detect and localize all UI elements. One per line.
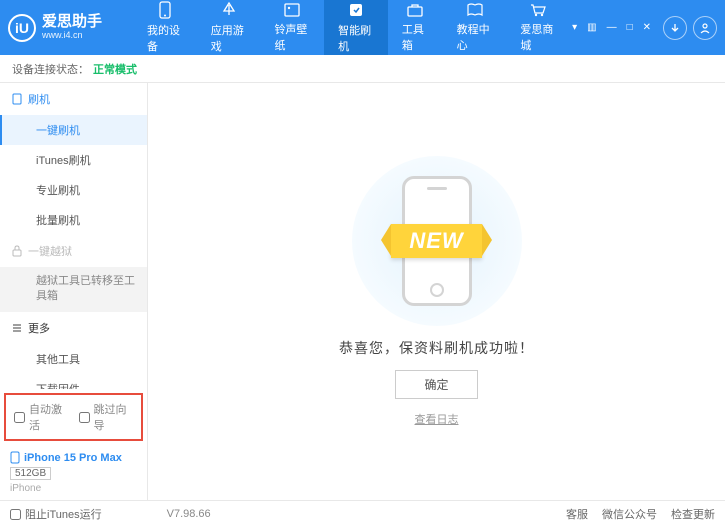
footer-link-support[interactable]: 客服: [566, 506, 588, 522]
sidebar-section-more[interactable]: 更多: [0, 312, 147, 344]
app-header: iU 爱思助手 www.i4.cn 我的设备 应用游戏 铃声壁纸 智能刷机 工具…: [0, 0, 725, 55]
top-nav: 我的设备 应用游戏 铃声壁纸 智能刷机 工具箱 教程中心 爱思商城: [133, 0, 570, 55]
sidebar-item-batch[interactable]: 批量刷机: [0, 205, 147, 235]
nav-ringtones[interactable]: 铃声壁纸: [260, 0, 324, 55]
device-info: iPhone 15 Pro Max 512GB iPhone: [0, 445, 147, 500]
sidebar-section-label: 刷机: [28, 91, 50, 107]
checkbox-input[interactable]: [10, 509, 21, 520]
new-banner: NEW: [391, 224, 481, 258]
version-label: V7.98.66: [167, 508, 211, 520]
checkbox-block-itunes[interactable]: 阻止iTunes运行: [10, 506, 102, 522]
nav-tutorials[interactable]: 教程中心: [443, 0, 507, 55]
logo-icon: iU: [8, 14, 36, 42]
device-storage: 512GB: [10, 467, 51, 480]
checkbox-auto-activate[interactable]: 自动激活: [14, 401, 69, 433]
app-url: www.i4.cn: [42, 31, 102, 41]
checkbox-label: 阻止iTunes运行: [25, 506, 102, 522]
window-controls: ▾ ▥ — □ ✕: [570, 20, 653, 35]
device-name[interactable]: iPhone 15 Pro Max: [10, 451, 137, 464]
sidebar-section-jailbreak[interactable]: 一键越狱: [0, 235, 147, 267]
nav-label: 工具箱: [402, 21, 429, 53]
success-illustration: NEW: [352, 156, 522, 326]
phone-icon: [10, 451, 20, 464]
nav-label: 应用游戏: [211, 22, 247, 54]
nav-apps[interactable]: 应用游戏: [197, 0, 261, 55]
success-message: 恭喜您，保资料刷机成功啦！: [339, 338, 534, 358]
minimize-icon[interactable]: —: [605, 20, 619, 35]
lock-icon: [12, 245, 22, 257]
sidebar-item-other-tools[interactable]: 其他工具: [0, 344, 147, 374]
apps-icon: [219, 1, 239, 19]
sidebar-item-oneclick[interactable]: 一键刷机: [0, 115, 147, 145]
footer-link-wechat[interactable]: 微信公众号: [602, 506, 657, 522]
nav-label: 智能刷机: [338, 22, 374, 54]
checkbox-label: 自动激活: [29, 401, 69, 433]
flash-icon: [346, 1, 366, 19]
view-log-link[interactable]: 查看日志: [415, 411, 459, 427]
checkbox-input[interactable]: [79, 412, 90, 423]
sidebar-item-pro[interactable]: 专业刷机: [0, 175, 147, 205]
sidebar-options-box: 自动激活 跳过向导: [4, 393, 143, 441]
sidebar-item-jailbreak-note: 越狱工具已转移至工具箱: [0, 267, 147, 312]
device-type: iPhone: [10, 483, 137, 494]
checkbox-label: 跳过向导: [94, 401, 134, 433]
book-icon: [465, 2, 485, 18]
sidebar-item-download-fw[interactable]: 下载固件: [0, 374, 147, 389]
device-icon: [12, 93, 22, 105]
logo-area: iU 爱思助手 www.i4.cn: [8, 14, 133, 42]
app-name: 爱思助手: [42, 14, 102, 31]
download-button[interactable]: [663, 16, 687, 40]
cart-icon: [528, 2, 548, 18]
checkbox-skip-guide[interactable]: 跳过向导: [79, 401, 134, 433]
menu-icon: [12, 323, 22, 333]
close-icon[interactable]: ✕: [641, 20, 653, 35]
header-right: ▾ ▥ — □ ✕: [570, 16, 717, 40]
nav-my-device[interactable]: 我的设备: [133, 0, 197, 55]
nav-label: 我的设备: [147, 22, 183, 54]
nav-label: 铃声壁纸: [274, 21, 310, 53]
nav-toolbox[interactable]: 工具箱: [388, 0, 443, 55]
image-icon: [282, 2, 302, 18]
main-content: NEW 恭喜您，保资料刷机成功啦！ 确定 查看日志: [148, 83, 725, 500]
skin-icon[interactable]: ▥: [585, 20, 598, 35]
nav-label: 爱思商城: [520, 21, 556, 53]
phone-icon: [155, 1, 175, 19]
ok-button[interactable]: 确定: [395, 370, 477, 399]
status-label: 设备连接状态：: [12, 61, 89, 77]
status-bar: 设备连接状态： 正常模式: [0, 55, 725, 83]
footer-link-update[interactable]: 检查更新: [671, 506, 715, 522]
nav-label: 教程中心: [457, 21, 493, 53]
sidebar: 刷机 一键刷机 iTunes刷机 专业刷机 批量刷机 一键越狱 越狱工具已转移至…: [0, 83, 148, 500]
sidebar-item-itunes[interactable]: iTunes刷机: [0, 145, 147, 175]
sidebar-section-label: 一键越狱: [28, 243, 72, 259]
toolbox-icon: [405, 2, 425, 18]
user-button[interactable]: [693, 16, 717, 40]
status-value: 正常模式: [93, 61, 137, 77]
nav-store[interactable]: 爱思商城: [506, 0, 570, 55]
sidebar-section-label: 更多: [28, 320, 50, 336]
maximize-icon[interactable]: □: [625, 20, 635, 35]
sidebar-section-flash[interactable]: 刷机: [0, 83, 147, 115]
menu-icon[interactable]: ▾: [570, 20, 579, 35]
nav-flash[interactable]: 智能刷机: [324, 0, 388, 55]
checkbox-input[interactable]: [14, 412, 25, 423]
footer: 阻止iTunes运行 V7.98.66 客服 微信公众号 检查更新: [0, 500, 725, 527]
